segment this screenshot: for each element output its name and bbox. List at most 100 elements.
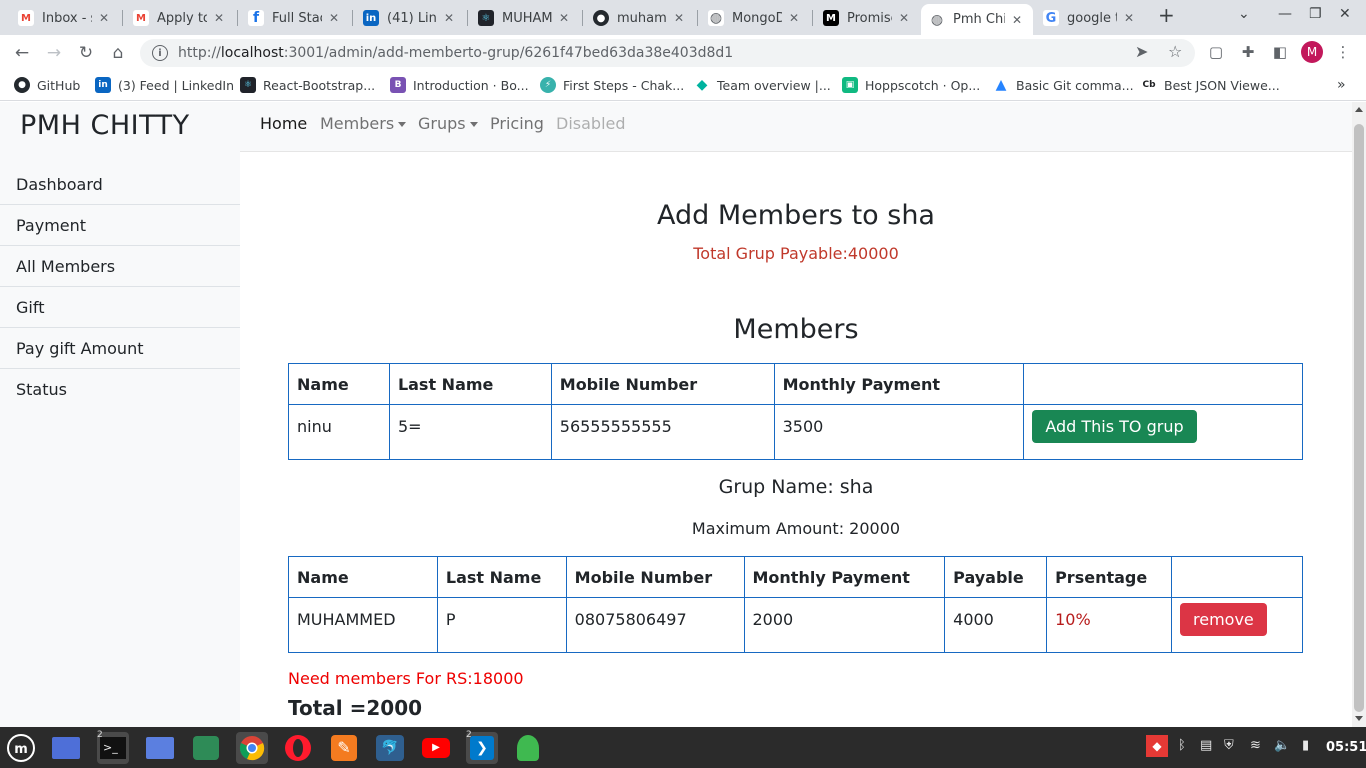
nav-home[interactable]: Home [260,114,307,133]
browser-tab[interactable]: ⚛ MUHAM ✕ [470,4,580,32]
chrome-icon[interactable] [236,732,268,764]
bookmark-team-overview[interactable]: ◆ Team overview |... [694,77,831,93]
browser-tab[interactable]: M Promise ✕ [815,4,920,32]
new-tab-icon[interactable]: + [1158,3,1175,27]
bluetooth-icon[interactable]: ᛒ [1178,738,1186,753]
mysql-workbench-icon[interactable]: 🐬 [374,732,406,764]
browser-tab[interactable]: M Inbox - s ✕ [10,4,120,32]
sidebar-item-dashboard[interactable]: Dashboard [0,164,240,205]
back-icon[interactable]: ← [11,42,33,64]
close-icon[interactable]: ✕ [441,11,457,25]
close-icon[interactable]: ✕ [896,11,912,25]
anydesk-icon[interactable]: ◆ [1146,735,1168,757]
sidebar-item-pay-gift-amount[interactable]: Pay gift Amount [0,328,240,369]
opera-icon[interactable] [282,732,314,764]
bookmark-linkedin[interactable]: in (3) Feed | LinkedIn [95,77,234,93]
bookmark-react-bootstrap[interactable]: ⚛ React-Bootstrap... [240,77,375,93]
brand-logo[interactable]: PMH CHITTY [20,110,190,141]
nav-grups-dropdown[interactable]: Grups [418,114,478,133]
side-panel-icon[interactable]: ◧ [1270,42,1290,62]
svg-text:m: m [14,742,28,757]
close-icon[interactable]: ✕ [326,11,342,25]
add-to-grup-button[interactable]: Add This TO grup [1032,410,1197,443]
site-info-icon[interactable]: i [152,45,168,61]
vscode-icon[interactable]: 2 ❯ [466,730,498,764]
total-amount: Total =2000 [288,696,423,720]
column-header: Prsentage [1046,556,1173,598]
scroll-up-icon[interactable] [1355,107,1363,112]
volume-icon[interactable]: 🔈 [1274,738,1290,753]
close-icon[interactable]: ✕ [96,11,112,25]
bookmark-json-viewer[interactable]: Cb Best JSON Viewe... [1141,77,1280,93]
scroll-down-icon[interactable] [1355,716,1363,721]
browser-tab-active[interactable]: ◍ Pmh Chi ✕ [921,4,1033,35]
app-green-icon[interactable] [190,732,222,764]
rocket-app-icon[interactable] [512,732,544,764]
reload-icon[interactable]: ↻ [75,42,97,64]
browser-tab[interactable]: in (41) Link ✕ [355,4,465,32]
files-icon[interactable] [144,732,176,764]
cell-action: Add This TO grup [1023,404,1303,460]
drawing-app-icon[interactable]: ✎ [328,732,360,764]
close-icon[interactable]: ✕ [1009,13,1025,27]
bookmark-star-icon[interactable]: ☆ [1168,42,1182,61]
close-icon[interactable]: ✕ [1121,11,1137,25]
forward-icon[interactable]: → [43,42,65,64]
minimize-icon[interactable]: — [1278,6,1292,22]
browser-tab[interactable]: ● muhamm ✕ [585,4,695,32]
close-icon[interactable]: ✕ [211,11,227,25]
table-row: ninu 5= 56555555555 3500 Add This TO gru… [288,404,1303,460]
cell-mobile: 08075806497 [565,597,745,653]
clipboard-icon[interactable]: ▤ [1200,738,1212,753]
tab-search-icon[interactable]: ⌄ [1238,6,1250,22]
window-close-icon[interactable]: ✕ [1339,6,1351,22]
column-header [1023,363,1303,405]
wifi-icon[interactable]: ≋ [1250,738,1261,753]
sidebar-item-status[interactable]: Status [0,369,240,410]
youtube-icon[interactable]: ▶ [420,732,452,764]
column-header [1171,556,1303,598]
terminal-icon[interactable]: 2 >_ [97,730,129,764]
browser-tab[interactable]: G google t ✕ [1035,4,1145,32]
sidebar-item-payment[interactable]: Payment [0,205,240,246]
cell-last-name: P [436,597,567,653]
restore-icon[interactable]: ❐ [1309,6,1322,22]
show-desktop-icon[interactable] [50,732,82,764]
browser-tab[interactable]: ◍ MongoD ✕ [700,4,810,32]
bookmark-hoppscotch[interactable]: ▣ Hoppscotch · Op... [842,77,980,93]
page-scrollbar[interactable] [1352,102,1366,727]
browser-tab[interactable]: f Full Stac ✕ [240,4,350,32]
remove-button[interactable]: remove [1180,603,1267,636]
clock[interactable]: 05:51 [1326,740,1366,755]
browser-menu-icon[interactable]: ⋮ [1333,42,1353,62]
close-icon[interactable]: ✕ [671,11,687,25]
close-icon[interactable]: ✕ [556,11,572,25]
scroll-thumb[interactable] [1354,124,1364,712]
profile-avatar[interactable]: M [1301,41,1323,63]
battery-icon[interactable]: ▮ [1302,738,1309,753]
bookmark-bootstrap[interactable]: B Introduction · Bo... [390,77,529,93]
nav-members-dropdown[interactable]: Members [320,114,407,133]
home-icon[interactable]: ⌂ [107,42,129,64]
sidebar-item-all-members[interactable]: All Members [0,246,240,287]
send-icon[interactable]: ➤ [1135,42,1148,61]
bookmark-chakra[interactable]: ⚡ First Steps - Chak... [540,77,684,93]
shield-icon[interactable]: ⛨ [1224,738,1234,753]
bookmark-github[interactable]: ● GitHub [14,77,80,93]
sidebar: PMH CHITTY Dashboard Payment All Members… [0,102,240,727]
chakra-icon: ⚡ [540,77,556,93]
bookmark-git[interactable]: ▲ Basic Git comma... [993,77,1134,93]
nav-pricing[interactable]: Pricing [490,114,544,133]
browser-tab-strip: M Inbox - s ✕ M Apply to ✕ f Full Stac ✕… [0,0,1366,35]
extension-box-icon[interactable]: ▢ [1206,42,1226,62]
bookmarks-overflow-icon[interactable]: » [1337,77,1346,93]
cell-mobile: 56555555555 [550,404,775,460]
url-text[interactable]: http://localhost:3001/admin/add-memberto… [178,45,1195,61]
address-bar[interactable]: i http://localhost:3001/admin/add-member… [140,39,1195,67]
close-icon[interactable]: ✕ [786,11,802,25]
browser-tab[interactable]: M Apply to ✕ [125,4,235,32]
mint-menu-icon[interactable]: m [5,732,37,764]
extensions-puzzle-icon[interactable]: ✚ [1238,42,1258,62]
linkedin-icon: in [363,10,379,26]
sidebar-item-gift[interactable]: Gift [0,287,240,328]
